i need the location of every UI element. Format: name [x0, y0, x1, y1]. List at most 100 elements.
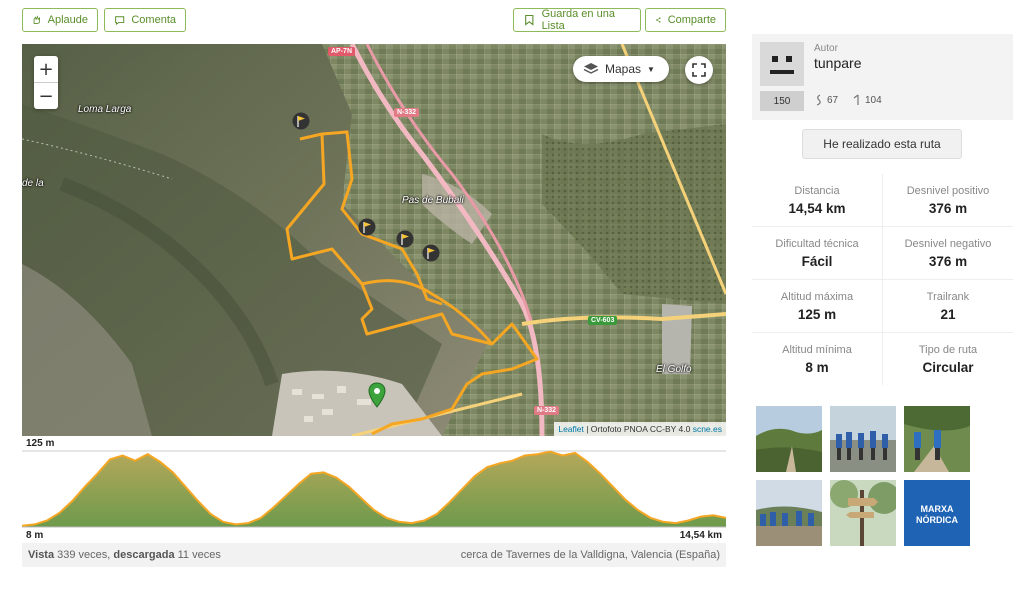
- stat-max-altitude: Altitud máxima 125 m: [752, 280, 882, 332]
- scne-link[interactable]: scne.es: [693, 424, 722, 434]
- elevation-distance-label: 14,54 km: [679, 530, 722, 541]
- map-attribution: Leaflet | Ortofoto PNOA CC-BY 4.0 scne.e…: [554, 422, 726, 436]
- author-card: Autor tunpare 150 67 104: [752, 34, 1013, 120]
- stat-value: 8 m: [805, 359, 829, 375]
- fullscreen-icon: [692, 63, 706, 77]
- comment-label: Comenta: [131, 14, 176, 26]
- elevation-max-label: 125 m: [26, 438, 55, 449]
- stat-elevation-gain: Desnivel positivo 376 m: [882, 174, 1013, 226]
- waypoint-flag-icon[interactable]: [422, 244, 440, 266]
- start-pin-icon[interactable]: [368, 382, 386, 408]
- layers-icon: [583, 63, 599, 74]
- stat-label: Desnivel positivo: [906, 184, 990, 197]
- map-layers-button[interactable]: Mapas ▼: [573, 56, 669, 82]
- elevation-area: [22, 451, 726, 527]
- done-route-button[interactable]: He realizado esta ruta: [802, 129, 962, 159]
- stat-label: Distancia: [794, 184, 840, 197]
- share-icon: [656, 17, 661, 23]
- map-layers-label: Mapas: [605, 62, 642, 76]
- bookmark-icon: [525, 14, 534, 26]
- share-label: Comparte: [667, 14, 716, 26]
- stat-value: 376 m: [928, 253, 968, 269]
- stats-row: Dificultad técnica Fácil Desnivel negativ…: [752, 227, 1013, 280]
- stat-value: Fácil: [801, 253, 833, 269]
- downloads-count: 11 veces: [174, 549, 221, 561]
- chevron-down-icon: ▼: [647, 64, 655, 74]
- stat-label: Altitud máxima: [780, 290, 854, 303]
- leaflet-link[interactable]: Leaflet: [558, 424, 584, 434]
- trail-icon: [816, 94, 821, 106]
- stats-row: Distancia 14,54 km Desnivel positivo 376 m: [752, 174, 1013, 227]
- comment-icon: [115, 16, 125, 25]
- road-tag-cv603: CV-603: [588, 316, 618, 325]
- author-trails-count: 67: [827, 94, 839, 106]
- applaud-button[interactable]: Aplaude: [22, 8, 98, 32]
- follower-icon: [853, 94, 859, 105]
- author-followers-count: 104: [865, 94, 882, 106]
- photo-thumbnail[interactable]: [756, 480, 822, 546]
- stat-label: Dificultad técnica: [775, 237, 859, 250]
- stat-value: 125 m: [797, 306, 837, 322]
- elevation-profile[interactable]: 125 m 8 m 14,54 km: [21, 437, 727, 543]
- stat-distance: Distancia 14,54 km: [752, 174, 882, 226]
- views-downloads: Vista 339 veces, descargada 11 veces: [28, 549, 221, 561]
- photo-thumbnail[interactable]: [830, 406, 896, 472]
- views-label: Vista: [28, 549, 55, 561]
- photo-text-nordica: NÓRDICA: [916, 514, 958, 525]
- stat-label: Altitud mínima: [782, 343, 852, 356]
- road-tag-n332-bottom: N-332: [534, 406, 560, 415]
- stat-label: Tipo de ruta: [918, 343, 978, 356]
- avatar[interactable]: [760, 42, 804, 86]
- stat-value: Circular: [922, 359, 974, 375]
- views-count: 339 veces,: [54, 549, 114, 561]
- applaud-label: Aplaude: [47, 14, 88, 26]
- fullscreen-button[interactable]: [685, 56, 713, 84]
- waypoint-flag-icon[interactable]: [358, 218, 376, 240]
- photo-thumbnail[interactable]: MARXA NÓRDICA: [904, 480, 970, 546]
- waypoint-flag-icon[interactable]: [292, 112, 310, 134]
- map-label-loma-larga: Loma Larga: [78, 104, 132, 115]
- stat-label: Trailrank: [926, 290, 970, 303]
- stat-trailrank: Trailrank 21: [882, 280, 1013, 332]
- map-label-de-la: de la: [22, 178, 44, 189]
- photo-thumbnail[interactable]: [904, 406, 970, 472]
- save-to-list-label: Guarda en una Lista: [541, 8, 615, 32]
- route-map[interactable]: + − Mapas ▼ Loma Larga Pas de Bubali de …: [22, 44, 726, 436]
- map-label-el-golfo: El Golfo: [656, 364, 692, 375]
- author-trails: 67: [814, 94, 838, 106]
- trail-location: cerca de Tavernes de la Valldigna, Valen…: [460, 549, 720, 561]
- photo-text-marxa: MARXA: [921, 504, 954, 514]
- trail-footer: Vista 339 veces, descargada 11 veces cer…: [22, 543, 726, 567]
- zoom-out-button[interactable]: −: [34, 82, 58, 109]
- clap-icon: [33, 15, 40, 24]
- stat-min-altitude: Altitud mínima 8 m: [752, 333, 882, 385]
- stat-difficulty: Dificultad técnica Fácil: [752, 227, 882, 279]
- road-tag-ap7n: AP-7N: [328, 47, 356, 56]
- save-to-list-button[interactable]: Guarda en una Lista: [513, 8, 641, 32]
- elevation-chart: [21, 450, 727, 528]
- share-button[interactable]: Comparte: [645, 8, 726, 32]
- avatar-face-icon: [770, 56, 794, 74]
- author-label: Autor: [814, 43, 838, 54]
- road-tag-n332-top: N-332: [394, 108, 420, 117]
- satellite-imagery: [22, 44, 726, 436]
- comment-button[interactable]: Comenta: [104, 8, 186, 32]
- photo-thumbnail[interactable]: [830, 480, 896, 546]
- stat-value: 21: [940, 306, 956, 322]
- stat-label: Desnivel negativo: [904, 237, 992, 250]
- zoom-in-button[interactable]: +: [34, 56, 58, 82]
- stat-route-type: Tipo de ruta Circular: [882, 333, 1013, 385]
- author-name[interactable]: tunpare: [814, 55, 861, 71]
- stat-elevation-loss: Desnivel negativo 376 m: [882, 227, 1013, 279]
- stats-row: Altitud mínima 8 m Tipo de ruta Circular: [752, 333, 1013, 385]
- downloads-label: descargada: [113, 549, 175, 561]
- stat-value: 14,54 km: [788, 200, 846, 216]
- attribution-text: | Ortofoto PNOA CC-BY 4.0: [583, 424, 693, 434]
- map-label-pas-de-bubali: Pas de Bubali: [402, 195, 464, 206]
- stats-row: Altitud máxima 125 m Trailrank 21: [752, 280, 1013, 333]
- photo-thumbnail[interactable]: [756, 406, 822, 472]
- waypoint-flag-icon[interactable]: [396, 230, 414, 252]
- author-followers: 104: [852, 94, 882, 106]
- author-score-badge: 150: [760, 91, 804, 111]
- trail-stats: Distancia 14,54 km Desnivel positivo 376 m…: [752, 174, 1013, 385]
